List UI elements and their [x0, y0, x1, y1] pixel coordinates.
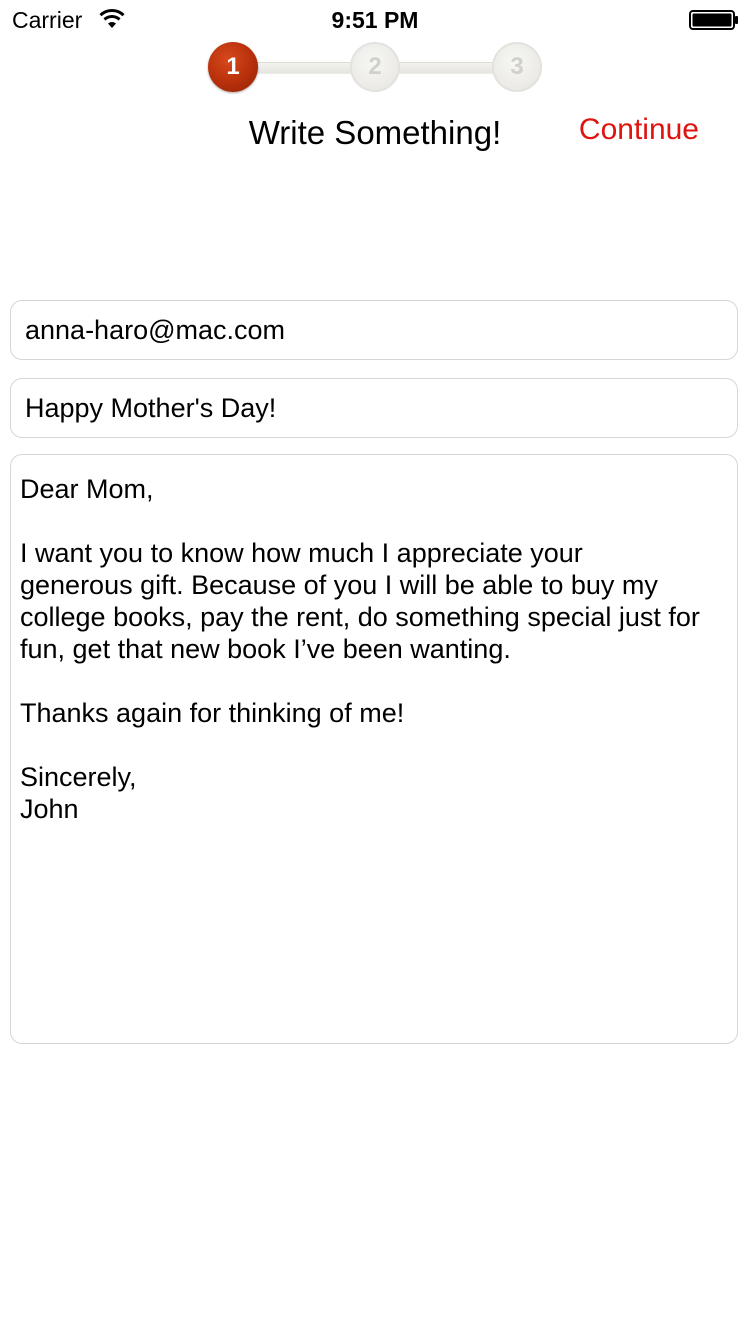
message-line: generous gift. Because of you I will be …	[20, 570, 658, 600]
recipient-email-value: anna-haro@mac.com	[25, 315, 286, 345]
step-3-indicator[interactable]: 3	[492, 42, 542, 92]
subject-value: Happy Mother's Day!	[25, 393, 277, 423]
message-body: Dear Mom, I want you to know how much I …	[20, 473, 729, 825]
recipient-email-field[interactable]: anna-haro@mac.com	[10, 300, 738, 360]
screen: Carrier 9:51 PM 1 2 3 Write Something! C…	[0, 0, 750, 1334]
message-greeting: Dear Mom,	[20, 474, 154, 504]
step-2-indicator[interactable]: 2	[350, 42, 400, 92]
message-text-area[interactable]: Dear Mom, I want you to know how much I …	[10, 454, 738, 1044]
continue-button[interactable]: Continue	[579, 113, 699, 147]
message-signature: John	[20, 794, 79, 824]
battery-icon	[689, 10, 738, 30]
status-bar: Carrier 9:51 PM	[0, 0, 750, 40]
message-line: college books, pay the rent, do somethin…	[20, 602, 700, 632]
message-closing: Sincerely,	[20, 762, 137, 792]
progress-stepper: 1 2 3	[200, 42, 550, 98]
subject-field[interactable]: Happy Mother's Day!	[10, 378, 738, 438]
message-thanks: Thanks again for thinking of me!	[20, 698, 405, 728]
message-line: I want you to know how much I appreciate…	[20, 538, 583, 568]
status-time: 9:51 PM	[331, 7, 419, 33]
message-line: fun, get that new book I’ve been wanting…	[20, 634, 511, 664]
step-1-indicator[interactable]: 1	[208, 42, 258, 92]
